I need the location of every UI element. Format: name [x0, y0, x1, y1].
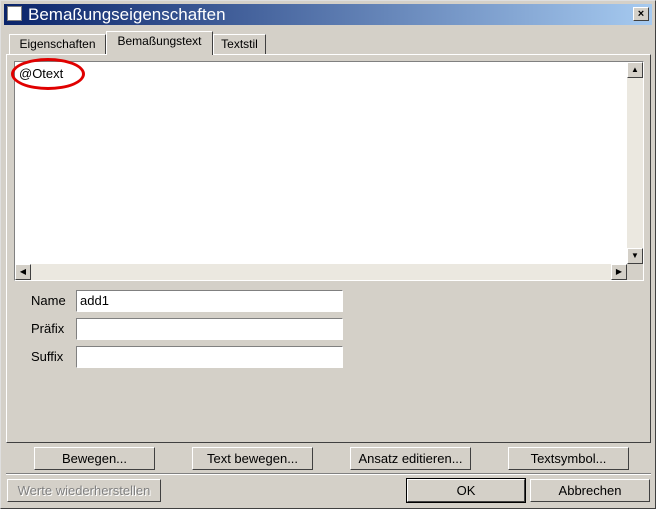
vertical-scrollbar[interactable]: ▲ ▼ [627, 62, 643, 264]
tab-bemassungstext[interactable]: Bemaßungstext [106, 31, 213, 55]
arrow-down-icon: ▼ [631, 251, 639, 260]
horizontal-scrollbar[interactable]: ◀ ▶ [15, 264, 627, 280]
scroll-right-button[interactable]: ▶ [611, 264, 627, 280]
bewegen-button[interactable]: Bewegen... [34, 447, 155, 470]
tab-label: Textstil [221, 37, 258, 51]
scroll-up-button[interactable]: ▲ [627, 62, 643, 78]
dialog-window: Bemaßungseigenschaften × Eigenschaften B… [0, 0, 656, 509]
prefix-input[interactable] [76, 318, 343, 340]
tab-label: Bemaßungstext [117, 34, 202, 48]
close-button[interactable]: × [633, 7, 649, 21]
arrow-left-icon: ◀ [19, 267, 27, 276]
prefix-label: Präfix [31, 321, 65, 336]
arrow-up-icon: ▲ [631, 65, 639, 74]
title-bar[interactable]: Bemaßungseigenschaften × [4, 4, 652, 25]
window-title: Bemaßungseigenschaften [28, 5, 226, 24]
name-label: Name [31, 293, 66, 308]
restore-values-button[interactable]: Werte wiederherstellen [7, 479, 161, 502]
cancel-button[interactable]: Abbrechen [530, 479, 650, 502]
suffix-label: Suffix [31, 349, 64, 364]
name-input[interactable]: add1 [76, 290, 343, 312]
text-bewegen-button[interactable]: Text bewegen... [192, 447, 313, 470]
scrollbar-corner [627, 264, 643, 280]
textsymbol-button[interactable]: Textsymbol... [508, 447, 629, 470]
tab-eigenschaften[interactable]: Eigenschaften [9, 34, 106, 55]
tab-textstil[interactable]: Textstil [213, 34, 266, 55]
close-icon: × [637, 8, 645, 20]
scroll-down-button[interactable]: ▼ [627, 248, 643, 264]
suffix-input[interactable] [76, 346, 343, 368]
tab-panel-bemassungstext: @Otext ▲ ▼ ◀ ▶ Name add1 Präfix Suffix [6, 54, 651, 443]
ok-button[interactable]: OK [406, 478, 526, 503]
tab-label: Eigenschaften [19, 37, 96, 51]
editor-text: @Otext [19, 66, 64, 81]
window-icon [7, 6, 22, 21]
arrow-right-icon: ▶ [615, 267, 623, 276]
scroll-left-button[interactable]: ◀ [15, 264, 31, 280]
ansatz-editieren-button[interactable]: Ansatz editieren... [350, 447, 471, 470]
footer-separator [6, 473, 651, 475]
text-editor[interactable]: @Otext ▲ ▼ ◀ ▶ [14, 61, 644, 281]
